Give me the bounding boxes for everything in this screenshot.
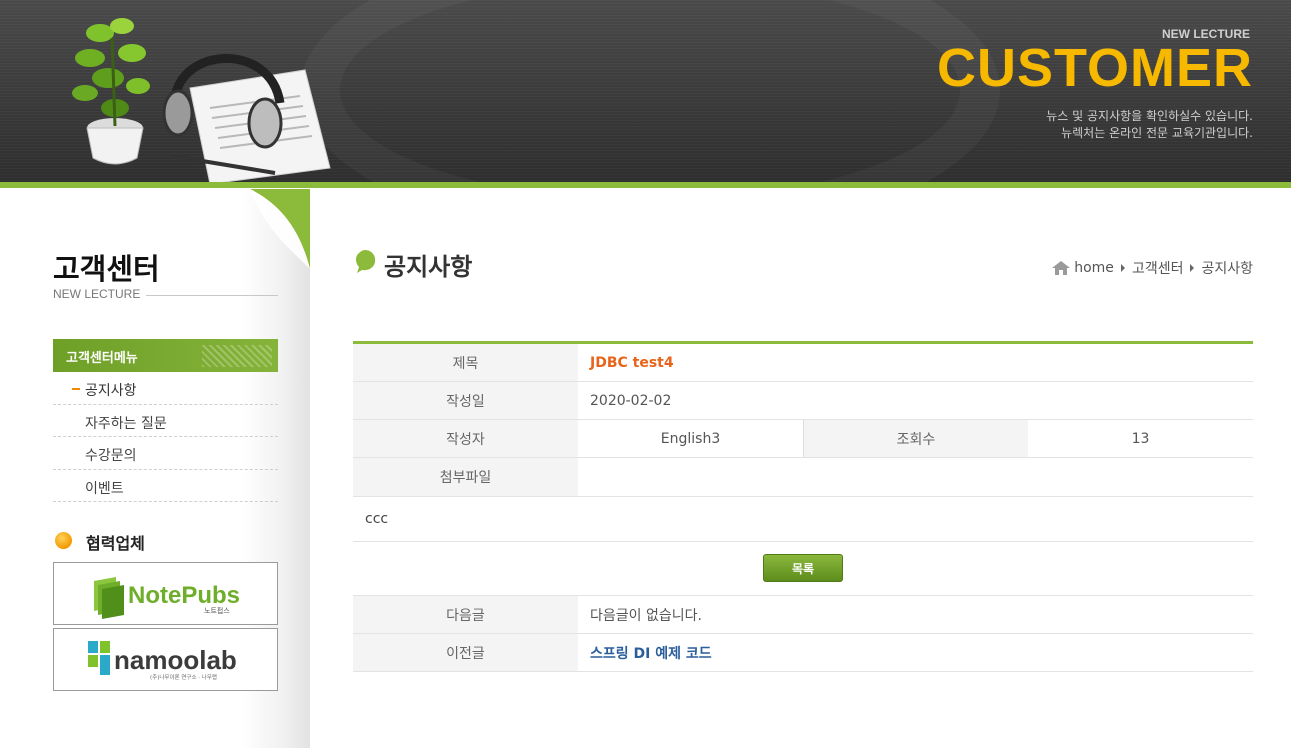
active-marker-icon — [72, 388, 80, 390]
row-next: 다음글 다음글이 없습니다. — [353, 596, 1253, 634]
sidebar-item-faq[interactable]: 자주하는 질문 — [53, 405, 278, 437]
next-value: 다음글이 없습니다. — [590, 607, 702, 624]
notepubs-logo: NotePubs 노트펍스 — [94, 577, 240, 619]
top-banner: NEW LECTURE CUSTOMER 뉴스 및 공지사항을 확인하실수 있습… — [0, 0, 1291, 182]
banner-swoosh — [300, 0, 1000, 182]
notepubs-name: NotePubs — [128, 582, 240, 609]
sidebar-subtitle: NEW LECTURE — [53, 287, 141, 301]
row-writer: 작성자 English3 조회수 13 — [353, 420, 1253, 458]
row-title: 제목 JDBC test4 — [353, 344, 1253, 382]
namoolab-logo: namoolab (주)나무이론 연구소 · 나무랩 — [88, 641, 237, 681]
notepubs-sub: 노트펍스 — [204, 607, 230, 615]
sidebar-item-label: 이벤트 — [85, 480, 124, 497]
sidebar-item-inquiry[interactable]: 수강문의 — [53, 437, 278, 470]
button-area: 목록 — [353, 542, 1253, 596]
prev-link[interactable]: 스프링 DI 예제 코드 — [578, 634, 1253, 671]
plant-icon — [72, 18, 150, 165]
sidebar-item-event[interactable]: 이벤트 — [53, 470, 278, 502]
partner-section-title: 협력업체 — [86, 534, 145, 553]
partner-notepubs-link[interactable]: NotePubs 노트펍스 — [53, 562, 278, 625]
partner-namoolab-link[interactable]: namoolab (주)나무이론 연구소 · 나무랩 — [53, 628, 278, 691]
hit-value: 13 — [1131, 430, 1150, 447]
row-prev: 이전글 스프링 DI 예제 코드 — [353, 634, 1253, 672]
partner-bullet-icon — [55, 532, 72, 549]
row-date: 작성일 2020-02-02 — [353, 382, 1253, 420]
attachment-label: 첨부파일 — [353, 458, 578, 496]
brand-description: 뉴스 및 공지사항을 확인하실수 있습니다. 뉴렉처는 온라인 전문 교육기관입… — [833, 108, 1253, 142]
attachment-value[interactable] — [578, 458, 1253, 496]
notepubs-book-icon — [94, 577, 124, 619]
brand-desc-line-1: 뉴스 및 공지사항을 확인하실수 있습니다. — [1046, 109, 1253, 123]
breadcrumb-customer-center[interactable]: 고객센터 — [1132, 258, 1184, 278]
breadcrumb-separator-icon — [1120, 264, 1125, 272]
sidebar-item-notice[interactable]: 공지사항 — [53, 372, 278, 405]
menu-header-pattern — [202, 345, 272, 367]
title-label: 제목 — [353, 344, 578, 381]
sidebar-item-label: 공지사항 — [85, 383, 137, 399]
list-button[interactable]: 목록 — [763, 554, 843, 582]
row-attachment: 첨부파일 — [353, 458, 1253, 496]
breadcrumb-home[interactable]: home — [1074, 260, 1114, 276]
breadcrumb: home 고객센터 공지사항 — [1052, 258, 1253, 278]
date-label: 작성일 — [353, 382, 578, 419]
sidebar-subtitle-line — [146, 295, 278, 296]
breadcrumb-separator-icon — [1190, 264, 1195, 272]
notice-detail-table: 제목 JDBC test4 작성일 2020-02-02 작성자 English… — [353, 341, 1253, 672]
leaf-bullet-icon — [356, 250, 376, 273]
prev-label: 이전글 — [353, 634, 578, 671]
writer-label: 작성자 — [353, 420, 578, 457]
sidebar-menu-header-label: 고객센터메뉴 — [66, 351, 138, 366]
sidebar-menu: 공지사항 자주하는 질문 수강문의 이벤트 — [53, 372, 278, 502]
sidebar-title: 고객센터 — [53, 252, 160, 286]
brand-title: CUSTOMER — [936, 38, 1253, 98]
date-value: 2020-02-02 — [590, 392, 672, 409]
namoolab-name: namoolab — [114, 645, 237, 675]
page-curl-decoration — [250, 189, 310, 269]
next-label: 다음글 — [353, 596, 578, 633]
breadcrumb-notice[interactable]: 공지사항 — [1201, 258, 1253, 278]
sidebar-item-label: 수강문의 — [85, 448, 137, 464]
writer-value: English3 — [660, 430, 721, 447]
brand-desc-line-2: 뉴렉처는 온라인 전문 교육기관입니다. — [1061, 126, 1253, 140]
sidebar-item-label: 자주하는 질문 — [85, 415, 167, 432]
title-value: JDBC test4 — [590, 354, 674, 371]
home-icon — [1052, 261, 1071, 275]
sidebar-menu-header: 고객센터메뉴 — [53, 339, 278, 372]
namoolab-sub: (주)나무이론 연구소 · 나무랩 — [150, 673, 217, 681]
notice-content: ccc — [353, 496, 1253, 542]
namoolab-mark-icon — [88, 641, 110, 675]
banner-illustration — [72, 18, 331, 182]
page-title: 공지사항 — [384, 253, 473, 281]
hit-label: 조회수 — [803, 420, 1028, 457]
